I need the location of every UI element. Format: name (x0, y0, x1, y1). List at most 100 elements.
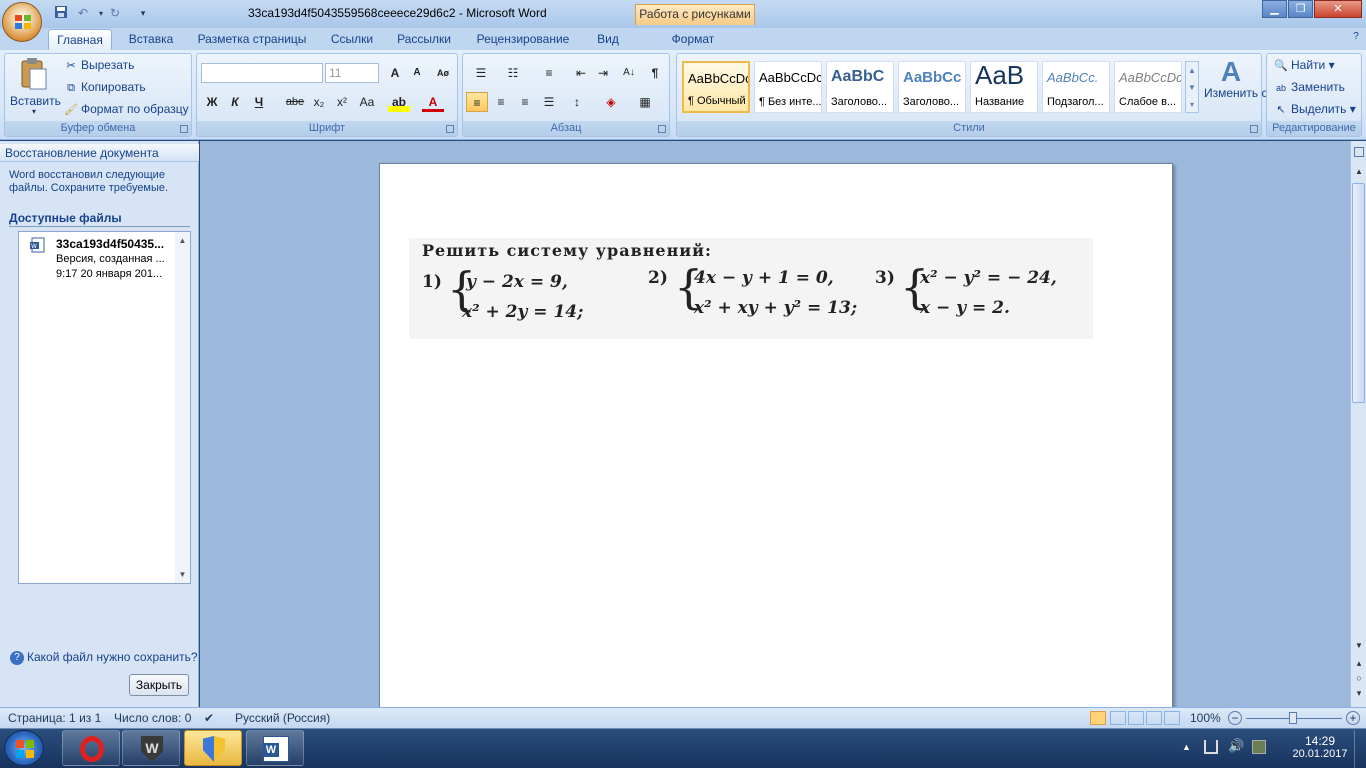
list-scrollbar[interactable]: ▲ ▼ (175, 232, 190, 583)
taskbar-world-of-tanks[interactable]: W (122, 730, 180, 766)
multilevel-list-icon[interactable]: ≡ (538, 63, 560, 83)
font-size-combo[interactable]: 11 (325, 63, 379, 83)
customize-qat-icon[interactable]: ▾ (134, 5, 152, 22)
font-name-combo[interactable] (201, 63, 323, 83)
sort-icon[interactable]: A↓ (618, 63, 640, 83)
borders-icon[interactable]: ▦ (634, 92, 656, 112)
strikethrough-button[interactable]: abe (284, 92, 306, 112)
zoom-slider-thumb[interactable] (1289, 712, 1297, 724)
tray-app-icon[interactable] (1252, 740, 1266, 754)
undo-icon[interactable]: ↶ (74, 5, 92, 22)
taskbar-security-center[interactable] (184, 730, 242, 766)
style-heading-1[interactable]: AaBbC Заголово... (826, 61, 894, 113)
browse-object-icon[interactable]: ○ (1353, 673, 1365, 685)
clock[interactable]: 14:29 20.01.2017 (1290, 734, 1350, 760)
style-normal[interactable]: AaBbCcDc ¶ Обычный (682, 61, 750, 113)
office-button[interactable] (2, 2, 42, 42)
close-recovery-button[interactable]: Закрыть (129, 674, 189, 696)
tab-view[interactable]: Вид (590, 29, 626, 50)
align-right-icon[interactable]: ≡ (514, 92, 536, 112)
tab-mailings[interactable]: Рассылки (392, 29, 456, 50)
cut-button[interactable]: ✂ Вырезать (64, 56, 134, 74)
ruler-toggle-icon[interactable] (1354, 147, 1364, 157)
recovered-file-item[interactable]: W 33ca193d4f50435... Версия, созданная .… (20, 233, 170, 283)
style-subtitle[interactable]: AaBbCc. Подзагол... (1042, 61, 1110, 113)
styles-gallery-scroll[interactable]: ▲ ▼ ▾ (1185, 61, 1199, 113)
draft-view-icon[interactable] (1164, 711, 1180, 725)
start-button[interactable] (4, 730, 44, 766)
tab-references[interactable]: Ссылки (324, 29, 380, 50)
vertical-scrollbar[interactable]: ▲ ▼ ▴ ○ ▾ (1350, 141, 1366, 707)
replace-button[interactable]: ab Заменить (1274, 78, 1345, 96)
clear-format-icon[interactable]: Aø (432, 63, 454, 83)
tab-format[interactable]: Формат (662, 29, 724, 50)
italic-button[interactable]: К (224, 92, 246, 112)
zoom-out-icon[interactable]: − (1228, 711, 1242, 725)
grow-font-button[interactable]: A (384, 63, 406, 83)
print-layout-view-icon[interactable] (1090, 711, 1106, 725)
subscript-button[interactable]: x₂ (308, 92, 330, 112)
redo-icon[interactable]: ↻ (106, 5, 124, 22)
styles-launcher-icon[interactable] (1250, 125, 1258, 133)
shrink-font-button[interactable]: A (406, 63, 428, 83)
select-button[interactable]: ↖ Выделить ▾ (1274, 100, 1355, 118)
paste-button[interactable]: Вставить ▾ (10, 57, 61, 119)
previous-page-icon[interactable]: ▴ (1353, 658, 1365, 670)
scroll-thumb[interactable] (1352, 183, 1365, 403)
recovered-files-list[interactable]: ▲ ▼ (18, 231, 191, 584)
volume-icon[interactable]: 🔊 (1228, 738, 1244, 754)
maximize-icon[interactable]: ❐ (1288, 0, 1313, 18)
bullets-icon[interactable]: ☰ (470, 63, 492, 83)
web-layout-view-icon[interactable] (1128, 711, 1144, 725)
zoom-in-icon[interactable]: + (1346, 711, 1360, 725)
bold-button[interactable]: Ж (201, 92, 223, 112)
equations-picture[interactable]: Решить систему уравнений: 1) { y − 2x = … (409, 238, 1093, 339)
numbering-icon[interactable]: ☷ (502, 63, 524, 83)
line-spacing-icon[interactable]: ↕ (566, 92, 588, 112)
network-icon[interactable] (1204, 740, 1218, 754)
highlight-icon[interactable]: ab (388, 92, 410, 112)
underline-button[interactable]: Ч (248, 92, 270, 112)
style-heading-2[interactable]: AaBbCc Заголово... (898, 61, 966, 113)
format-painter-button[interactable]: 🖌 Формат по образцу (64, 100, 189, 118)
decrease-indent-icon[interactable]: ⇤ (570, 63, 592, 83)
clipboard-launcher-icon[interactable] (180, 125, 188, 133)
next-page-icon[interactable]: ▾ (1353, 688, 1365, 700)
page-count[interactable]: Страница: 1 из 1 (8, 708, 101, 728)
scroll-down-icon[interactable]: ▼ (1353, 641, 1365, 653)
copy-button[interactable]: ⧉ Копировать (64, 78, 146, 96)
shading-icon[interactable]: ◈ (600, 92, 622, 112)
help-icon[interactable]: ? (1349, 31, 1363, 45)
tab-page-layout[interactable]: Разметка страницы (192, 29, 312, 50)
word-count[interactable]: Число слов: 0 (114, 708, 191, 728)
tab-home[interactable]: Главная (48, 29, 112, 50)
full-screen-view-icon[interactable] (1110, 711, 1126, 725)
scroll-up-icon[interactable]: ▲ (1353, 167, 1365, 179)
zoom-level[interactable]: 100% (1190, 708, 1221, 728)
change-case-button[interactable]: Aa (356, 92, 378, 112)
taskbar-word[interactable]: W (246, 730, 304, 766)
style-subtle-emphasis[interactable]: AaBbCcDc Слабое в... (1114, 61, 1182, 113)
increase-indent-icon[interactable]: ⇥ (592, 63, 614, 83)
style-no-spacing[interactable]: AaBbCcDc ¶ Без инте... (754, 61, 822, 113)
minimize-icon[interactable]: ▁ (1262, 0, 1287, 18)
change-styles-button[interactable]: A Изменить стили (1204, 57, 1293, 119)
align-left-icon[interactable]: ≡ (466, 92, 488, 112)
find-button[interactable]: 🔍 Найти ▾ (1274, 56, 1334, 74)
which-file-help-link[interactable]: ? Какой файл нужно сохранить? (10, 650, 198, 665)
paragraph-launcher-icon[interactable] (658, 125, 666, 133)
show-desktop-button[interactable] (1354, 730, 1366, 768)
taskbar-opera[interactable] (62, 730, 120, 766)
align-center-icon[interactable]: ≡ (490, 92, 512, 112)
superscript-button[interactable]: x² (331, 92, 353, 112)
font-launcher-icon[interactable] (446, 125, 454, 133)
outline-view-icon[interactable] (1146, 711, 1162, 725)
font-color-icon[interactable]: A (422, 92, 444, 112)
justify-icon[interactable]: ☰ (538, 92, 560, 112)
save-icon[interactable] (52, 5, 70, 22)
tab-insert[interactable]: Вставка (122, 29, 180, 50)
close-icon[interactable]: ✕ (1314, 0, 1362, 18)
show-hidden-icons[interactable]: ▲ (1182, 742, 1191, 752)
language[interactable]: Русский (Россия) (235, 708, 330, 728)
style-title[interactable]: AaB Название (970, 61, 1038, 113)
